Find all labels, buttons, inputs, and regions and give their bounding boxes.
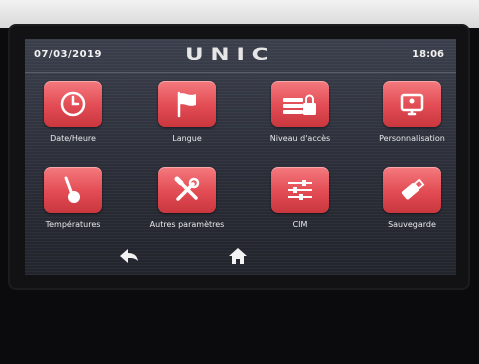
back-button[interactable] <box>117 244 141 268</box>
menu-item-label: Date/Heure <box>50 134 96 143</box>
langue-button[interactable] <box>158 81 216 127</box>
menu-item-label: Personnalisation <box>379 134 445 143</box>
menu-item-label: Langue <box>172 134 202 143</box>
menu-item-label: Températures <box>45 220 101 229</box>
menu-item-personnalisation[interactable]: Personnalisation <box>352 81 456 144</box>
usb-drive-icon <box>401 178 425 200</box>
sliders-icon <box>288 180 312 200</box>
back-arrow-icon <box>120 249 138 263</box>
temperatures-button[interactable] <box>44 167 102 213</box>
tools-icon <box>174 176 200 201</box>
time-display: 18:06 <box>412 49 444 60</box>
autres-parametres-button[interactable] <box>158 167 216 213</box>
niveau-acces-button[interactable] <box>271 81 329 127</box>
menu-item-langue[interactable]: Langue <box>127 81 247 144</box>
menu-item-label: Niveau d'accès <box>269 134 331 143</box>
home-button[interactable] <box>226 244 250 268</box>
date-heure-button[interactable] <box>44 81 102 127</box>
cim-button[interactable] <box>271 167 329 213</box>
background-wall <box>0 0 479 28</box>
menu-item-label: CIM <box>292 220 308 229</box>
menu-item-autres-parametres[interactable]: Autres paramètres <box>127 167 247 230</box>
lock-icon <box>283 94 316 115</box>
status-bar: 07/03/2019 UNIC 18:06 <box>25 39 456 73</box>
flag-icon <box>177 91 196 118</box>
touch-screen: 07/03/2019 UNIC 18:06 Date/Heure Langue <box>25 39 456 275</box>
home-icon <box>229 248 247 264</box>
date-display: 07/03/2019 <box>34 49 102 60</box>
menu-item-temperatures[interactable]: Températures <box>25 167 133 230</box>
sauvegarde-button[interactable] <box>383 167 441 213</box>
menu-item-niveau-acces[interactable]: Niveau d'accès <box>240 81 360 144</box>
menu-item-label: Autres paramètres <box>149 220 225 229</box>
clock-icon <box>60 91 86 117</box>
brand-logo: UNIC <box>185 45 276 65</box>
menu-item-label: Sauvegarde <box>388 220 436 229</box>
menu-item-cim[interactable]: CIM <box>240 167 360 230</box>
personnalisation-button[interactable] <box>383 81 441 127</box>
thermometer-icon <box>64 176 80 203</box>
divider <box>25 72 456 73</box>
menu-item-sauvegarde[interactable]: Sauvegarde <box>352 167 456 230</box>
monitor-icon <box>400 93 424 116</box>
menu-item-date-heure[interactable]: Date/Heure <box>25 81 133 144</box>
